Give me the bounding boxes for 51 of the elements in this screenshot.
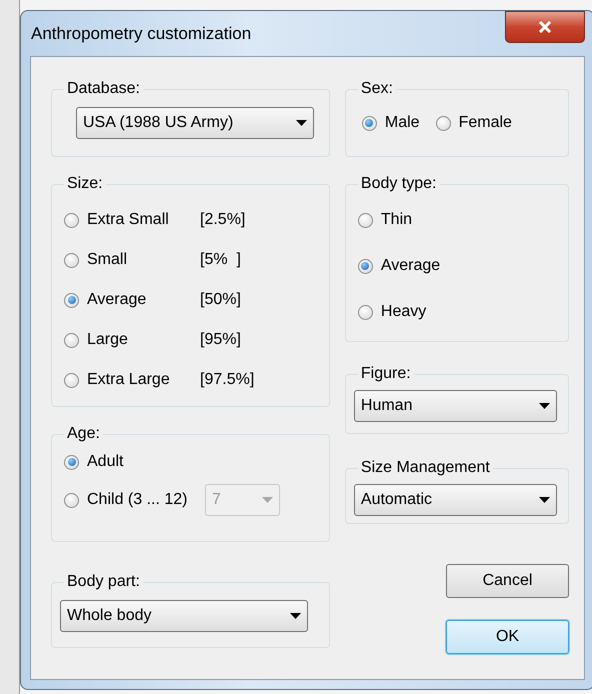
radio-button[interactable] [64, 492, 79, 508]
dropdown-arrow-icon [538, 403, 550, 409]
option-label: Adult [87, 452, 124, 472]
group-label: Size Management [360, 458, 491, 478]
close-icon [538, 20, 552, 32]
radio-button[interactable] [358, 304, 373, 320]
dropdown[interactable]: Automatic [354, 484, 557, 516]
percentile-label: [5% ] [200, 250, 241, 270]
radio-button[interactable] [436, 116, 451, 130]
option-label: Extra Large [87, 370, 171, 390]
radio-button[interactable] [64, 454, 79, 470]
radio-button[interactable] [358, 258, 373, 274]
percentile-label: [95%] [200, 330, 241, 350]
dropdown-arrow-icon [296, 120, 307, 126]
option-label: Extra Small [87, 210, 170, 230]
dropdown[interactable]: Whole body [60, 600, 308, 632]
radio-button[interactable] [362, 116, 377, 130]
option-label: Large [87, 330, 129, 350]
dropdown-arrow-icon [538, 497, 550, 503]
dialog-button[interactable]: Cancel [446, 564, 569, 598]
percentile-label: [97.5%] [200, 370, 254, 390]
option-label: Average [87, 290, 148, 310]
group-label: Size: [66, 174, 104, 194]
radio-button[interactable] [64, 252, 79, 268]
option-label: Average [380, 256, 440, 276]
radio-button[interactable] [358, 212, 373, 228]
radio-button[interactable] [64, 292, 79, 308]
close-button[interactable] [505, 10, 585, 42]
radio-button[interactable] [64, 332, 79, 348]
option-label: Small [87, 250, 128, 270]
group-label: Body part: [66, 572, 141, 592]
dropdown[interactable]: Human [354, 390, 557, 422]
window-title: Anthropometry customization [31, 22, 252, 45]
group-label: Body type: [360, 174, 438, 194]
option-label: Heavy [380, 302, 426, 322]
option-label: Child (3 ... 12) [87, 490, 188, 510]
group-label: Sex: [360, 79, 394, 99]
group-label: Age: [66, 424, 101, 444]
dropdown-arrow-icon [262, 497, 273, 503]
option-label: Thin [380, 210, 412, 230]
dropdown-arrow-icon [290, 613, 301, 619]
percentile-label: [50%] [200, 290, 241, 310]
group-label: Database: [66, 79, 141, 99]
radio-button[interactable] [64, 212, 79, 228]
radio-button[interactable] [64, 372, 79, 388]
option-label: Female [458, 113, 512, 133]
dropdown[interactable]: USA (1988 US Army) [76, 107, 314, 139]
option-label: Male [384, 113, 420, 133]
dialog-button[interactable]: OK [446, 620, 569, 654]
percentile-label: [2.5%] [200, 210, 246, 230]
group-label: Figure: [360, 364, 412, 384]
